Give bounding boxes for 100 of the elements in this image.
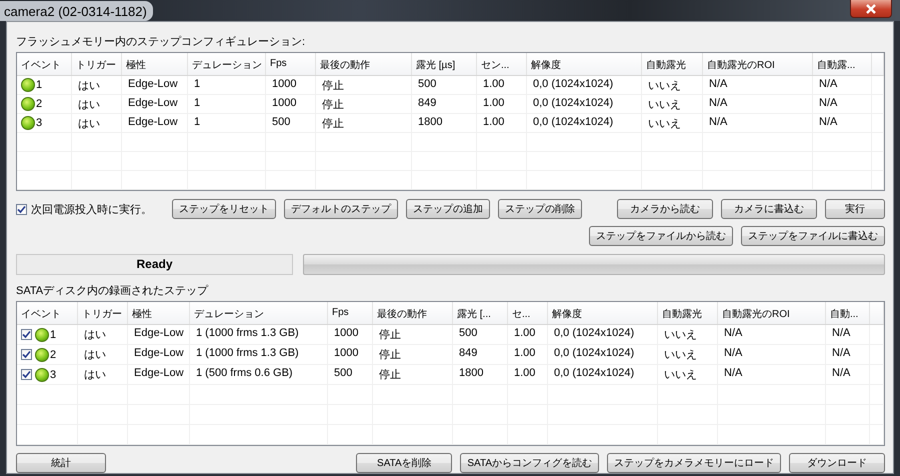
column-header[interactable]: イベント xyxy=(17,53,72,75)
table-cell: いいえ xyxy=(642,114,703,132)
step-button[interactable]: ステップの追加 xyxy=(406,199,490,219)
table-cell: N/A xyxy=(703,76,813,94)
table-cell: いいえ xyxy=(642,76,703,94)
table-cell: 500 xyxy=(412,76,477,94)
table-cell: 0,0 (1024x1024) xyxy=(527,95,642,113)
table-cell: N/A xyxy=(826,345,870,364)
status-ball-icon xyxy=(35,368,49,382)
table-cell: 0,0 (1024x1024) xyxy=(548,345,658,364)
file-button[interactable]: ステップをファイルから読む xyxy=(589,226,733,246)
table-cell: Edge-Low xyxy=(128,365,190,384)
section-label: SATAディスク内の録画されたステップ xyxy=(16,284,210,298)
column-header[interactable]: 自動露光のROI xyxy=(703,53,813,75)
column-header[interactable]: 自動露光 xyxy=(642,53,703,75)
column-header[interactable]: Fps xyxy=(266,53,316,75)
table-cell: 0,0 (1024x1024) xyxy=(548,365,658,384)
table-cell: 1800 xyxy=(412,114,477,132)
table-cell: 849 xyxy=(412,95,477,113)
table-cell: 1 xyxy=(188,76,266,94)
table-cell: 500 xyxy=(266,114,316,132)
table-cell: 1 xyxy=(50,328,56,340)
table-cell: 2 xyxy=(36,98,42,110)
column-header[interactable]: 自動露... xyxy=(813,53,872,75)
checkbox[interactable] xyxy=(16,204,27,214)
table-cell: いいえ xyxy=(658,365,718,384)
column-header[interactable]: 極性 xyxy=(128,302,190,324)
column-header[interactable]: 最後の動作 xyxy=(373,302,453,324)
column-header[interactable]: 解像度 xyxy=(548,302,658,324)
table-cell: 1.00 xyxy=(508,325,548,344)
table-cell: 停止 xyxy=(373,345,453,364)
column-header[interactable]: デュレーション xyxy=(190,302,328,324)
table-cell: N/A xyxy=(826,365,870,384)
table-cell: N/A xyxy=(813,76,872,94)
column-header[interactable]: Fps xyxy=(328,302,373,324)
table-cell: 1 (1000 frms 1.3 GB) xyxy=(190,345,328,364)
column-header[interactable]: デュレーション xyxy=(188,53,266,75)
table-cell: はい xyxy=(78,345,128,364)
checkbox[interactable] xyxy=(21,329,32,340)
table-cell: 1 (1000 frms 1.3 GB) xyxy=(190,325,328,344)
table-cell: 1000 xyxy=(266,95,316,113)
column-header[interactable]: 自動露光 xyxy=(658,302,718,324)
checkbox[interactable] xyxy=(21,349,32,360)
table-cell: 停止 xyxy=(373,325,453,344)
column-header[interactable]: トリガー xyxy=(78,302,128,324)
column-header[interactable]: セン... xyxy=(477,53,527,75)
table-cell: はい xyxy=(72,114,122,132)
column-header[interactable]: トリガー xyxy=(72,53,122,75)
column-header[interactable]: セ... xyxy=(508,302,548,324)
table-cell: 停止 xyxy=(316,76,412,94)
table-cell: N/A xyxy=(826,325,870,344)
column-header[interactable]: 解像度 xyxy=(527,53,642,75)
stats-button[interactable]: 統計 xyxy=(16,453,106,473)
column-header[interactable]: 自動露光のROI xyxy=(718,302,826,324)
step-button[interactable]: ステップをリセット xyxy=(172,199,276,219)
table-cell: N/A xyxy=(813,95,872,113)
table-cell: 1 (500 frms 0.6 GB) xyxy=(190,365,328,384)
column-header[interactable]: 自動... xyxy=(826,302,870,324)
column-header[interactable]: 極性 xyxy=(122,53,188,75)
file-button[interactable]: ステップをファイルに書込む xyxy=(741,226,885,246)
table-cell: 1.00 xyxy=(508,345,548,364)
status-ball-icon xyxy=(35,328,49,342)
table-cell: Edge-Low xyxy=(122,76,188,94)
table-cell: 500 xyxy=(453,325,508,344)
table-cell: N/A xyxy=(718,365,826,384)
table-cell: N/A xyxy=(703,95,813,113)
table-cell: 1.00 xyxy=(477,76,527,94)
table-cell: N/A xyxy=(703,114,813,132)
status-text: Ready xyxy=(16,254,293,275)
section-label: フラッシュメモリー内のステップコンフィギュレーション: xyxy=(16,34,306,49)
table-cell: いいえ xyxy=(642,95,703,113)
column-header[interactable]: 露光 [µs] xyxy=(412,53,477,75)
status-ball-icon xyxy=(35,348,49,362)
table-cell: 0,0 (1024x1024) xyxy=(548,325,658,344)
sata-button[interactable]: SATAを削除 xyxy=(356,453,452,473)
checkbox[interactable] xyxy=(21,369,32,380)
table-cell: 3 xyxy=(50,368,56,380)
column-header[interactable]: 最後の動作 xyxy=(316,53,412,75)
close-button[interactable] xyxy=(850,0,892,18)
table-cell: 1 xyxy=(188,95,266,113)
column-header[interactable]: 露光 [... xyxy=(453,302,508,324)
table-cell: N/A xyxy=(718,325,826,344)
camera-button[interactable]: カメラから読む xyxy=(617,199,713,219)
table-cell: はい xyxy=(78,325,128,344)
column-header[interactable]: イベント xyxy=(17,302,78,324)
table-cell: 1000 xyxy=(266,76,316,94)
step-button[interactable]: デフォルトのステップ xyxy=(284,199,398,219)
table-cell: 3 xyxy=(36,117,42,129)
camera-button[interactable]: カメラに書込む xyxy=(721,199,817,219)
step-button[interactable]: ステップの削除 xyxy=(498,199,582,219)
camera-button[interactable]: 実行 xyxy=(825,199,885,219)
table-cell: N/A xyxy=(718,345,826,364)
table-cell: 1.00 xyxy=(477,95,527,113)
status-ball-icon xyxy=(21,78,35,92)
sata-button[interactable]: ダウンロード xyxy=(789,453,885,473)
table-cell: 1.00 xyxy=(508,365,548,384)
sata-button[interactable]: ステップをカメラメモリーにロード xyxy=(607,453,781,473)
sata-button[interactable]: SATAからコンフィグを読む xyxy=(460,453,599,473)
table-cell: はい xyxy=(72,76,122,94)
table-cell: 1000 xyxy=(328,345,373,364)
